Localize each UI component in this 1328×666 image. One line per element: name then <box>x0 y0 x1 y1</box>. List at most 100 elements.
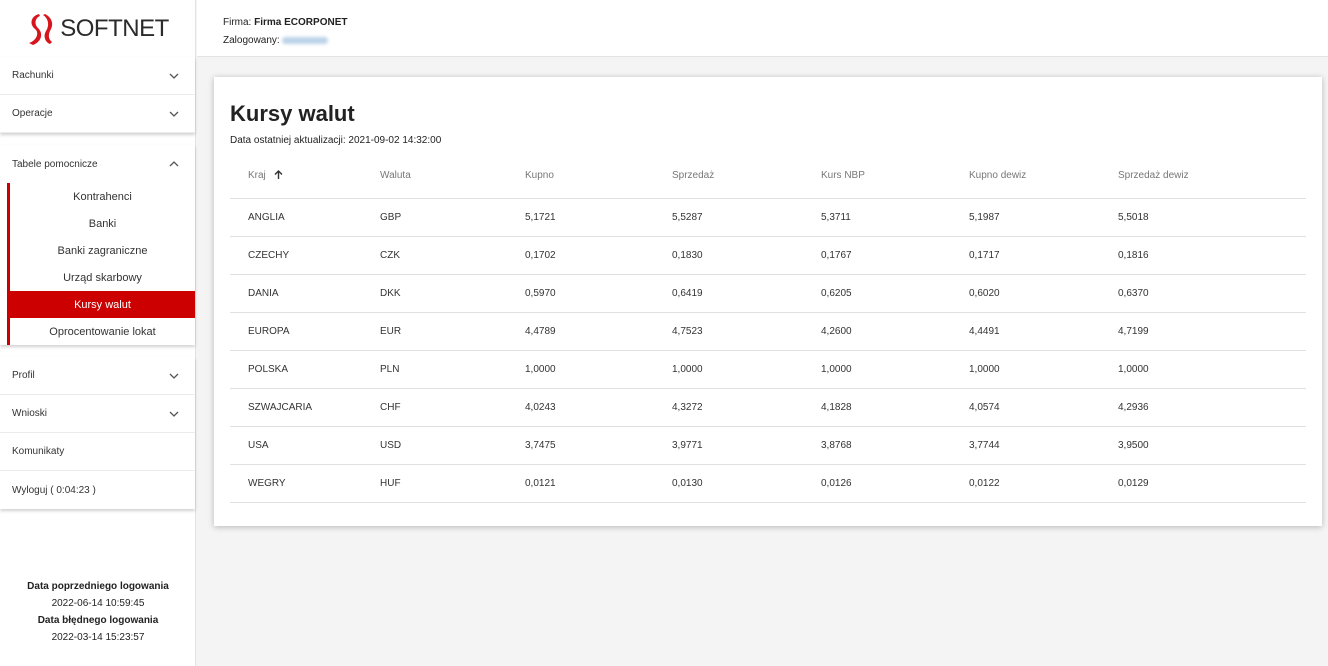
cell-buy-foreign: 1,0000 <box>969 350 1118 389</box>
cell-buy: 0,0121 <box>525 464 672 503</box>
sidebar-item-oprocentowanie-lokat[interactable]: Oprocentowanie lokat <box>10 318 195 345</box>
company-label: Firma: <box>223 17 252 28</box>
cell-buy: 0,1702 <box>525 236 672 275</box>
cell-nbp: 0,6205 <box>821 274 969 313</box>
prev-login-value: 2022-06-14 10:59:45 <box>51 598 145 609</box>
table-row[interactable]: DANIA DKK 0,5970 0,6419 0,6205 0,6020 0,… <box>230 274 1306 313</box>
cell-buy: 4,4789 <box>525 312 672 351</box>
sidebar-item-label: Profil <box>12 370 35 381</box>
sidebar: SOFTNET Rachunki Operacje Tabele pomocni… <box>0 0 196 666</box>
cell-sell: 0,6419 <box>672 274 821 313</box>
column-header-sprzedaz[interactable]: Sprzedaż <box>672 154 821 199</box>
table-body: ANGLIA GBP 5,1721 5,5287 5,3711 5,1987 5… <box>230 198 1306 503</box>
table-row[interactable]: EUROPA EUR 4,4789 4,7523 4,2600 4,4491 4… <box>230 312 1306 351</box>
table-row[interactable]: WEGRY HUF 0,0121 0,0130 0,0126 0,0122 0,… <box>230 464 1306 503</box>
cell-currency: GBP <box>380 198 525 237</box>
cell-buy-foreign: 4,4491 <box>969 312 1118 351</box>
sidebar-item-rachunki[interactable]: Rachunki <box>0 57 195 95</box>
column-header-waluta[interactable]: Waluta <box>380 154 525 199</box>
table-row[interactable]: CZECHY CZK 0,1702 0,1830 0,1767 0,1717 0… <box>230 236 1306 275</box>
cell-country: CZECHY <box>230 236 380 275</box>
cell-sell-foreign: 0,6370 <box>1118 274 1306 313</box>
cell-nbp: 3,8768 <box>821 426 969 465</box>
cell-buy: 5,1721 <box>525 198 672 237</box>
softnet-logo[interactable]: SOFTNET <box>0 0 195 57</box>
cell-sell-foreign: 4,2936 <box>1118 388 1306 427</box>
cell-buy-foreign: 4,0574 <box>969 388 1118 427</box>
cell-country: DANIA <box>230 274 380 313</box>
cell-sell-foreign: 0,1816 <box>1118 236 1306 275</box>
sidebar-item-banki[interactable]: Banki <box>10 210 195 237</box>
chevron-up-icon <box>169 159 179 169</box>
cell-nbp: 4,1828 <box>821 388 969 427</box>
cell-country: SZWAJCARIA <box>230 388 380 427</box>
column-header-kupno[interactable]: Kupno <box>525 154 672 199</box>
sidebar-item-label: Wnioski <box>12 408 48 419</box>
sidebar-item-profil[interactable]: Profil <box>0 357 195 395</box>
table-row[interactable]: POLSKA PLN 1,0000 1,0000 1,0000 1,0000 1… <box>230 350 1306 389</box>
cell-buy-foreign: 0,0122 <box>969 464 1118 503</box>
company-line: Firma: Firma ECORPONET <box>223 14 1328 32</box>
cell-sell-foreign: 5,5018 <box>1118 198 1306 237</box>
cell-sell: 4,7523 <box>672 312 821 351</box>
cell-buy: 3,7475 <box>525 426 672 465</box>
sidebar-item-komunikaty[interactable]: Komunikaty <box>0 433 195 471</box>
sidebar-group-tabele: Tabele pomocnicze Kontrahenci Banki Bank… <box>0 145 195 345</box>
top-bar: Firma: Firma ECORPONET Zalogowany: <box>197 0 1328 57</box>
cell-sell-foreign: 0,0129 <box>1118 464 1306 503</box>
cell-nbp: 0,0126 <box>821 464 969 503</box>
chevron-down-icon <box>169 71 179 81</box>
sidebar-item-banki-zagraniczne[interactable]: Banki zagraniczne <box>10 237 195 264</box>
table-row[interactable]: SZWAJCARIA CHF 4,0243 4,3272 4,1828 4,05… <box>230 388 1306 427</box>
cell-nbp: 4,2600 <box>821 312 969 351</box>
cell-nbp: 5,3711 <box>821 198 969 237</box>
cell-currency: EUR <box>380 312 525 351</box>
cell-sell: 5,5287 <box>672 198 821 237</box>
cell-sell: 1,0000 <box>672 350 821 389</box>
exchange-rates-table: Kraj Waluta Kupno Sprzedaż Kurs NBP Kupn… <box>230 154 1306 503</box>
user-name-redacted <box>282 36 329 44</box>
cell-buy-foreign: 3,7744 <box>969 426 1118 465</box>
bad-login-label: Data błędnego logowania <box>37 615 159 626</box>
column-header-kupno-dewiz[interactable]: Kupno dewiz <box>969 154 1118 199</box>
last-update-text: Data ostatniej aktualizacji: 2021-09-02 … <box>230 135 442 146</box>
table-row[interactable]: USA USD 3,7475 3,9771 3,8768 3,7744 3,95… <box>230 426 1306 465</box>
column-header-kraj[interactable]: Kraj <box>230 154 380 199</box>
chevron-down-icon <box>169 371 179 381</box>
user-label: Zalogowany: <box>223 35 280 46</box>
cell-country: EUROPA <box>230 312 380 351</box>
column-header-kurs-nbp[interactable]: Kurs NBP <box>821 154 969 199</box>
sidebar-item-label: Wyloguj ( 0:04:23 ) <box>12 484 96 496</box>
sidebar-submenu: Kontrahenci Banki Banki zagraniczne Urzą… <box>7 183 195 345</box>
cell-sell: 0,0130 <box>672 464 821 503</box>
sidebar-item-label: Komunikaty <box>12 446 65 457</box>
sidebar-item-urzad-skarbowy[interactable]: Urząd skarbowy <box>10 264 195 291</box>
sidebar-item-tabele-pomocnicze[interactable]: Tabele pomocnicze <box>0 145 195 183</box>
table-header-row: Kraj Waluta Kupno Sprzedaż Kurs NBP Kupn… <box>230 154 1306 199</box>
table-row[interactable]: ANGLIA GBP 5,1721 5,5287 5,3711 5,1987 5… <box>230 198 1306 237</box>
sidebar-item-kursy-walut[interactable]: Kursy walut <box>10 291 195 318</box>
sidebar-top-menu: Rachunki Operacje <box>0 57 195 133</box>
login-info: Data poprzedniego logowania 2022-06-14 1… <box>0 578 196 646</box>
cell-buy: 1,0000 <box>525 350 672 389</box>
cell-sell: 4,3272 <box>672 388 821 427</box>
sidebar-item-wyloguj[interactable]: Wyloguj ( 0:04:23 ) <box>0 471 195 509</box>
sidebar-item-operacje[interactable]: Operacje <box>0 95 195 133</box>
sidebar-item-kontrahenci[interactable]: Kontrahenci <box>10 183 195 210</box>
sidebar-item-label: Tabele pomocnicze <box>12 158 98 170</box>
cell-nbp: 0,1767 <box>821 236 969 275</box>
cell-currency: HUF <box>380 464 525 503</box>
cell-currency: DKK <box>380 274 525 313</box>
cell-currency: CHF <box>380 388 525 427</box>
sidebar-item-wnioski[interactable]: Wnioski <box>0 395 195 433</box>
cell-country: POLSKA <box>230 350 380 389</box>
cell-buy-foreign: 0,6020 <box>969 274 1118 313</box>
cell-currency: USD <box>380 426 525 465</box>
sidebar-bottom-menu: Profil Wnioski Komunikaty Wyloguj ( 0:04… <box>0 357 195 509</box>
cell-country: USA <box>230 426 380 465</box>
column-header-sprzedaz-dewiz[interactable]: Sprzedaż dewiz <box>1118 154 1306 199</box>
prev-login-label: Data poprzedniego logowania <box>27 581 169 592</box>
cell-sell-foreign: 3,9500 <box>1118 426 1306 465</box>
chevron-down-icon <box>169 409 179 419</box>
cell-sell: 0,1830 <box>672 236 821 275</box>
